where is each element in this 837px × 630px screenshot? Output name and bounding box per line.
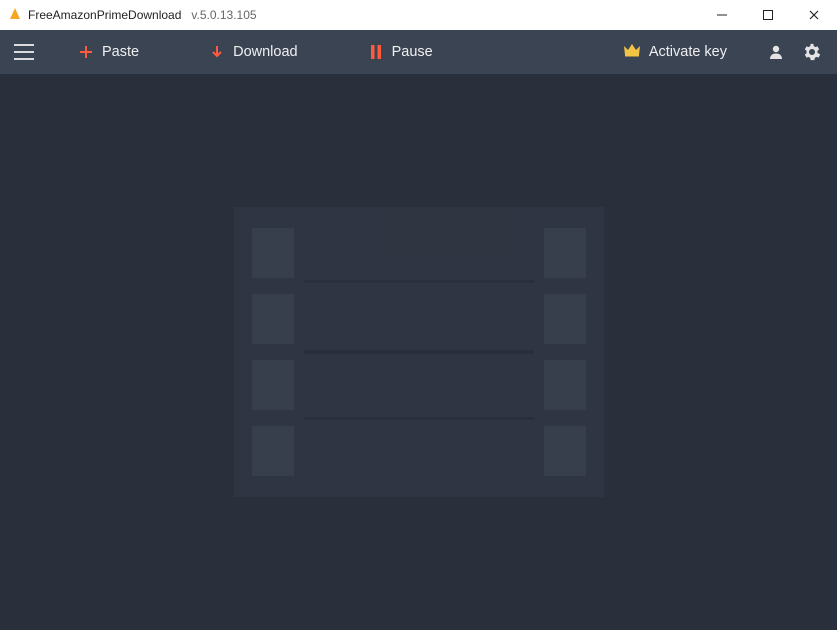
settings-button[interactable] <box>797 37 827 67</box>
download-label: Download <box>233 44 298 60</box>
download-button[interactable]: Download <box>209 44 298 60</box>
app-logo-icon <box>8 7 22 24</box>
toolbar: Paste Download Pause Activate key <box>0 30 837 74</box>
user-account-button[interactable] <box>761 37 791 67</box>
window-controls <box>699 0 837 30</box>
close-button[interactable] <box>791 0 837 30</box>
main-content-area <box>0 74 837 630</box>
activate-label: Activate key <box>649 44 727 60</box>
pause-button[interactable]: Pause <box>368 44 433 60</box>
app-title: FreeAmazonPrimeDownload <box>28 8 181 22</box>
app-version: v.5.0.13.105 <box>191 8 256 22</box>
paste-label: Paste <box>102 44 139 60</box>
titlebar-left: FreeAmazonPrimeDownload v.5.0.13.105 <box>8 7 257 24</box>
paste-button[interactable]: Paste <box>78 44 139 60</box>
hamburger-menu-button[interactable] <box>10 38 38 66</box>
pause-label: Pause <box>392 44 433 60</box>
empty-state-film-icon <box>234 207 604 497</box>
minimize-button[interactable] <box>699 0 745 30</box>
crown-icon <box>623 43 641 61</box>
maximize-button[interactable] <box>745 0 791 30</box>
pause-icon <box>368 44 384 60</box>
activate-key-button[interactable]: Activate key <box>623 43 727 61</box>
download-arrow-icon <box>209 44 225 60</box>
titlebar: FreeAmazonPrimeDownload v.5.0.13.105 <box>0 0 837 30</box>
plus-icon <box>78 44 94 60</box>
